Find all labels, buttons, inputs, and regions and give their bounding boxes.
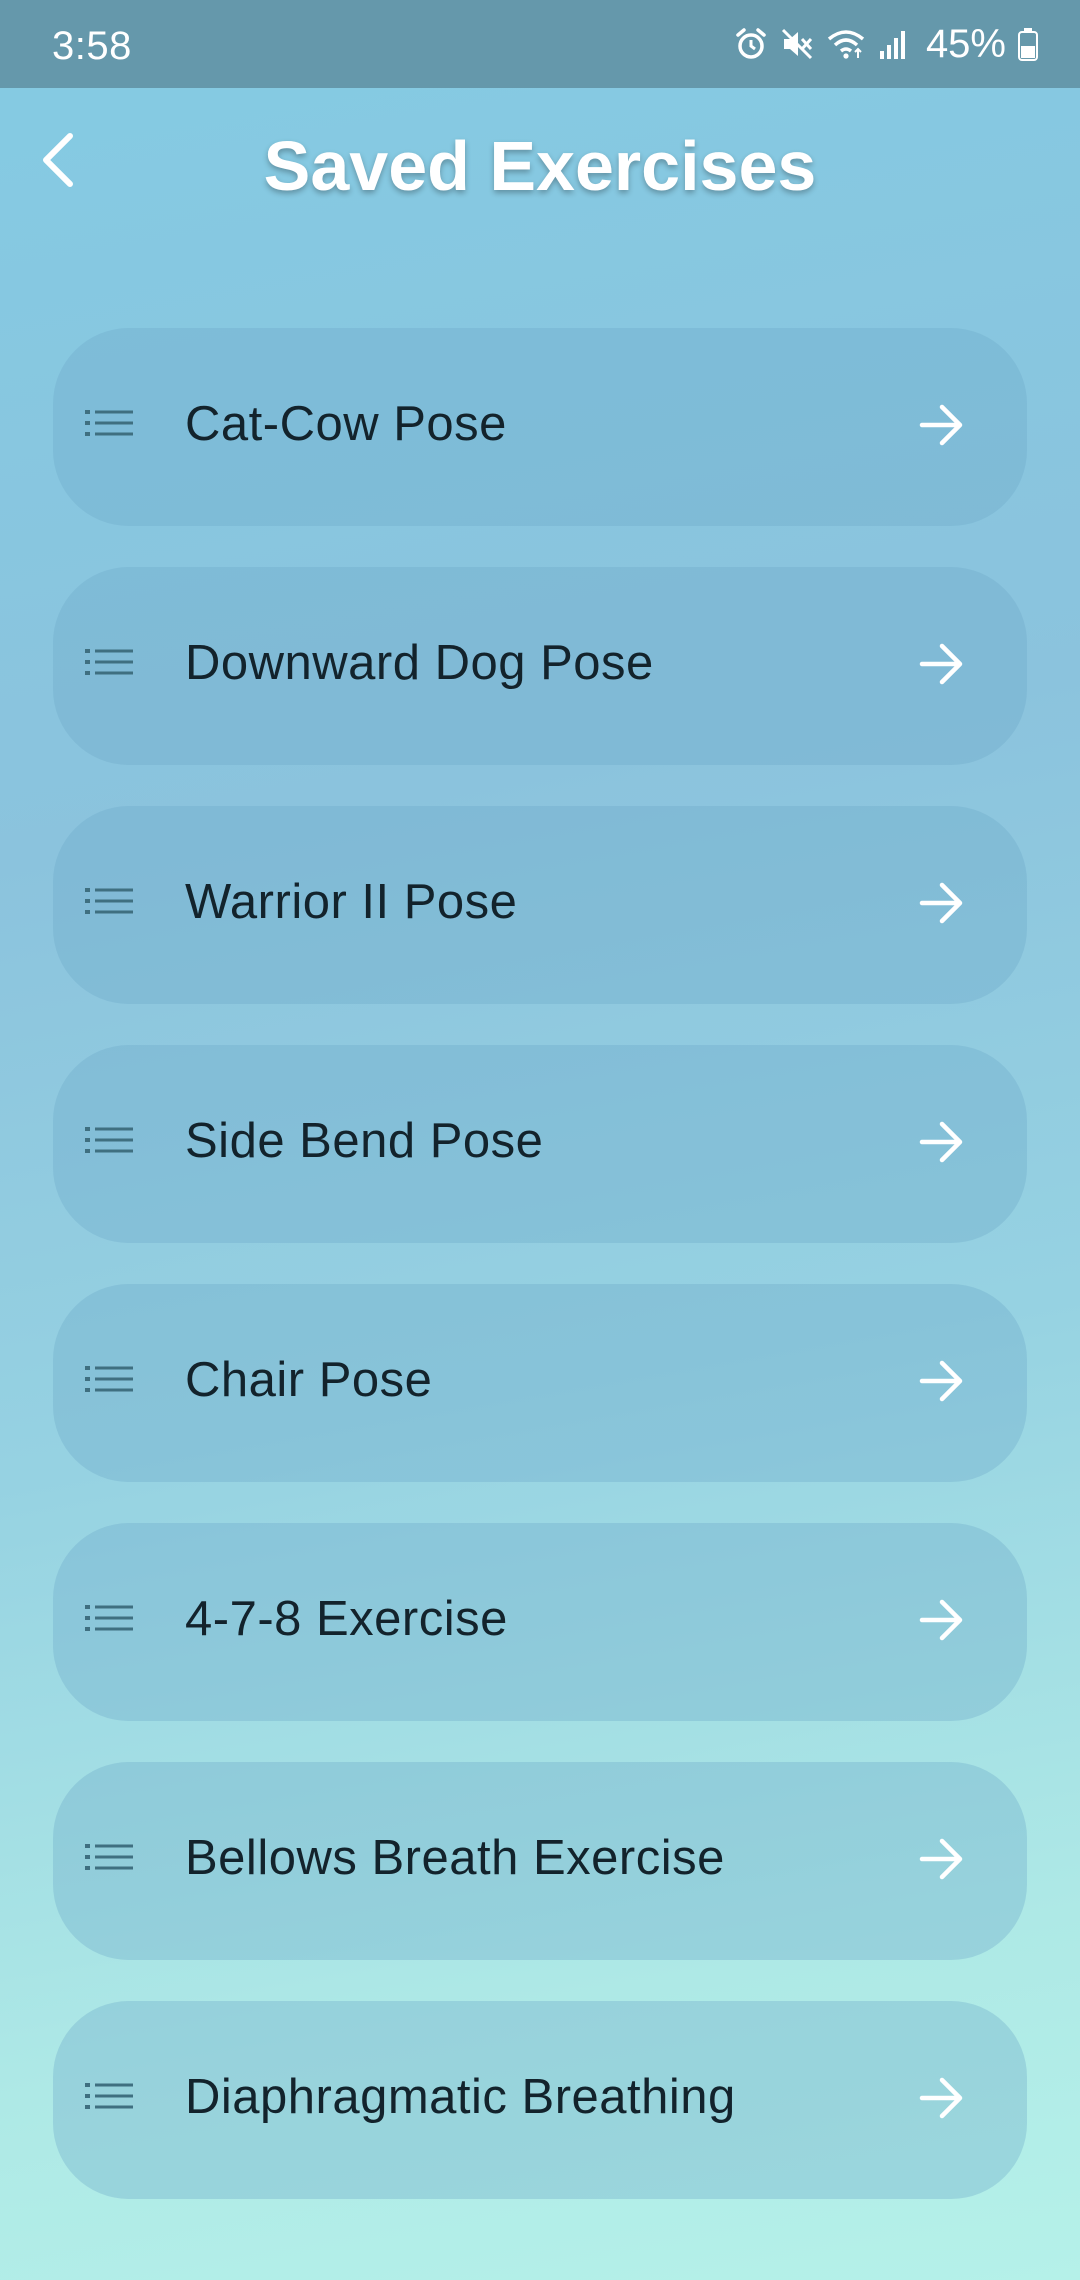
- exercise-label: Diaphragmatic Breathing: [185, 2070, 736, 2124]
- page-title: Saved Exercises: [263, 127, 817, 205]
- battery-percent: 45%: [925, 21, 1006, 66]
- exercise-label: Cat-Cow Pose: [185, 397, 507, 451]
- arrow-right-icon[interactable]: [919, 404, 965, 451]
- exercise-item[interactable]: Warrior II Pose: [53, 806, 1027, 1004]
- exercise-item[interactable]: Side Bend Pose: [53, 1045, 1027, 1243]
- list-icon: [85, 1842, 135, 1877]
- exercise-item[interactable]: Bellows Breath Exercise: [53, 1762, 1027, 1960]
- list-icon: [85, 408, 135, 443]
- alarm-icon: [734, 27, 768, 61]
- exercise-label: Warrior II Pose: [185, 875, 518, 929]
- arrow-right-icon[interactable]: [919, 1838, 965, 1885]
- arrow-right-icon[interactable]: [919, 882, 965, 929]
- arrow-right-icon[interactable]: [919, 2077, 965, 2124]
- list-icon: [85, 1364, 135, 1399]
- exercise-label: Side Bend Pose: [185, 1114, 544, 1168]
- exercise-label: Chair Pose: [185, 1353, 433, 1407]
- mute-icon: [780, 27, 814, 61]
- exercise-item[interactable]: Diaphragmatic Breathing: [53, 2001, 1027, 2199]
- list-icon: [85, 1125, 135, 1160]
- exercise-item[interactable]: Downward Dog Pose: [53, 567, 1027, 765]
- exercise-label: Bellows Breath Exercise: [185, 1831, 725, 1885]
- header: Saved Exercises: [0, 88, 1080, 238]
- exercise-item[interactable]: 4-7-8 Exercise: [53, 1523, 1027, 1721]
- status-time: 3:58: [52, 24, 132, 68]
- exercise-label: 4-7-8 Exercise: [185, 1592, 508, 1646]
- arrow-right-icon[interactable]: [919, 1599, 965, 1646]
- list-icon: [85, 2081, 135, 2116]
- wifi-icon: [826, 27, 866, 61]
- exercise-item[interactable]: Chair Pose: [53, 1284, 1027, 1482]
- signal-icon: [878, 27, 910, 61]
- status-bar: 3:58 45%: [0, 0, 1080, 88]
- battery-icon: [1018, 27, 1038, 61]
- arrow-right-icon[interactable]: [919, 1360, 965, 1407]
- list-icon: [85, 886, 135, 921]
- list-icon: [85, 1603, 135, 1638]
- list-icon: [85, 647, 135, 682]
- arrow-right-icon[interactable]: [919, 643, 965, 690]
- arrow-right-icon[interactable]: [919, 1121, 965, 1168]
- exercise-label: Downward Dog Pose: [185, 636, 654, 690]
- exercise-item[interactable]: Cat-Cow Pose: [53, 328, 1027, 526]
- status-icons: 45%: [734, 22, 1038, 66]
- saved-exercises-list: Cat-Cow Pose Downward Dog Pose Warrior I…: [53, 328, 1027, 2240]
